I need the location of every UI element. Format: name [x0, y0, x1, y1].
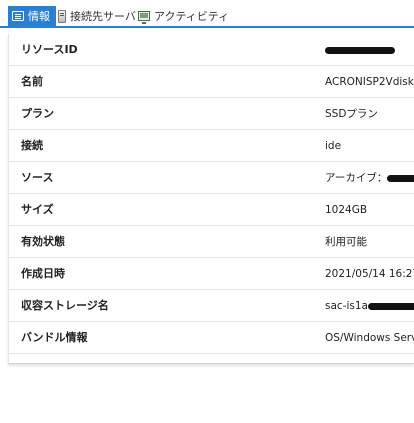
row-source: ソース アーカイブ：	[9, 162, 414, 194]
row-size: サイズ 1024GB	[9, 194, 414, 226]
row-label: サイズ	[21, 203, 54, 216]
row-created-at: 作成日時 2021/05/14 16:27:2	[9, 258, 414, 290]
row-label: 接続	[21, 139, 43, 152]
row-name: 名前 ACRONISP2Vdisk	[9, 66, 414, 98]
row-plan: プラン SSDプラン	[9, 98, 414, 130]
row-connection: 接続 ide	[9, 130, 414, 162]
row-value: sac-is1a	[325, 290, 414, 322]
row-value	[325, 34, 414, 66]
redaction-mark	[325, 46, 395, 54]
redaction-mark	[367, 302, 414, 310]
tab-connected-server[interactable]: 接続先サーバ	[58, 6, 136, 26]
row-value: アーカイブ：	[325, 162, 414, 194]
row-label: 名前	[21, 75, 43, 88]
redaction-mark	[387, 174, 414, 182]
row-label: プラン	[21, 107, 54, 120]
row-label: 有効状態	[21, 235, 65, 248]
row-resource-id: リソースID	[9, 34, 414, 66]
row-value: 利用可能	[325, 236, 367, 248]
row-storage-name: 収容ストレージ名 sac-is1a	[9, 290, 414, 322]
info-icon	[12, 11, 24, 21]
row-bundle-info: バンドル情報 OS/Windows Server	[9, 322, 414, 354]
row-value: SSDプラン	[325, 108, 378, 120]
tab-info-label: 情報	[28, 10, 50, 23]
tab-activity[interactable]: アクティビティ	[138, 6, 229, 26]
row-label: リソースID	[21, 43, 78, 56]
server-icon	[58, 9, 66, 23]
row-value: OS/Windows Server	[325, 332, 414, 344]
disk-detail-view: 情報 接続先サーバ アクティビティ リソースID 名前 ACRONISP2Vdi…	[0, 0, 414, 423]
source-prefix: アーカイブ：	[325, 172, 388, 184]
tab-connected-server-label: 接続先サーバ	[70, 10, 136, 23]
row-value: ide	[325, 140, 342, 152]
info-panel: リソースID 名前 ACRONISP2Vdisk プラン SSDプラン 接続 i…	[8, 34, 414, 364]
storage-prefix: sac-is1a	[325, 300, 368, 312]
tab-bar: 情報 接続先サーバ アクティビティ	[0, 6, 414, 28]
activity-monitor-icon	[138, 11, 150, 24]
row-label: バンドル情報	[21, 331, 88, 344]
row-label: 作成日時	[21, 267, 65, 280]
tab-activity-label: アクティビティ	[154, 10, 230, 23]
row-value: 1024GB	[325, 204, 368, 216]
row-label: 収容ストレージ名	[21, 299, 109, 312]
row-status: 有効状態 利用可能	[9, 226, 414, 258]
row-value: 2021/05/14 16:27:2	[325, 268, 414, 280]
tab-info[interactable]: 情報	[8, 6, 56, 26]
row-value: ACRONISP2Vdisk	[325, 76, 414, 88]
row-label: ソース	[21, 171, 54, 184]
